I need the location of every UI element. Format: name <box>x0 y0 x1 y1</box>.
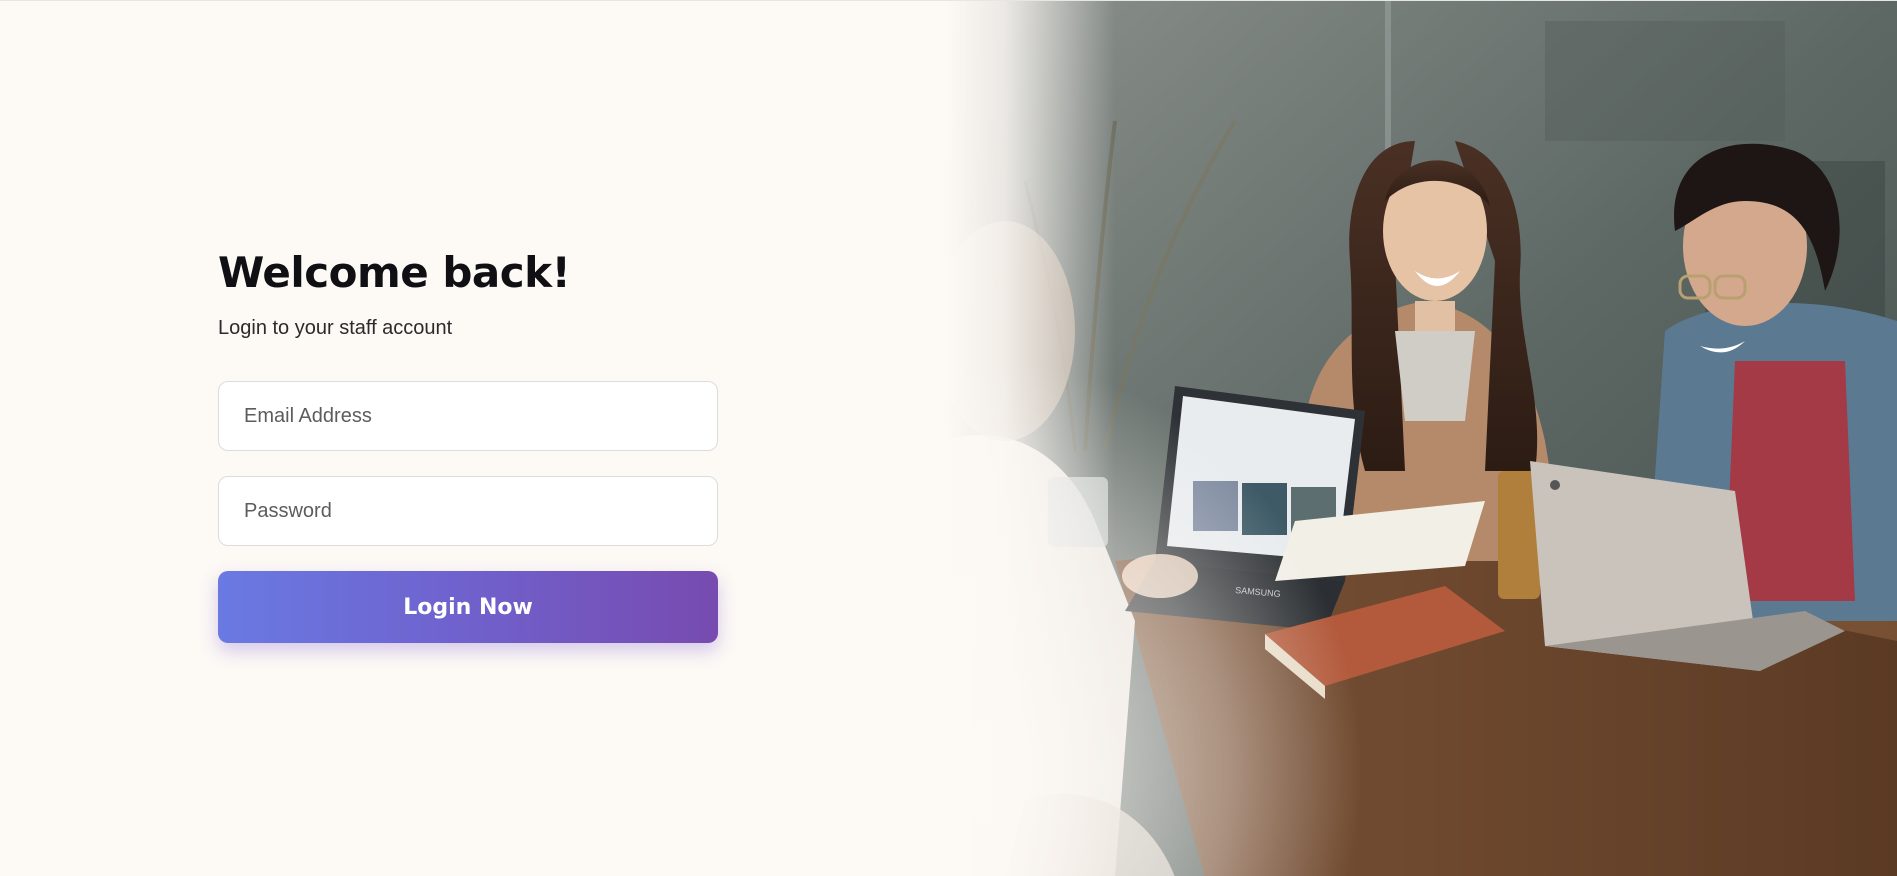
login-page: Welcome back! Login to your staff accoun… <box>0 0 1897 876</box>
password-field[interactable] <box>218 476 718 546</box>
hero-image: SAMSUNG <box>945 1 1897 876</box>
login-button[interactable]: Login Now <box>218 571 718 643</box>
email-field[interactable] <box>218 381 718 451</box>
login-form: Welcome back! Login to your staff accoun… <box>218 247 718 643</box>
page-subtitle: Login to your staff account <box>218 317 453 339</box>
people-working-laptops-photo: SAMSUNG <box>945 1 1897 876</box>
login-panel: Welcome back! Login to your staff accoun… <box>0 1 945 876</box>
page-title: Welcome back! <box>218 248 571 297</box>
